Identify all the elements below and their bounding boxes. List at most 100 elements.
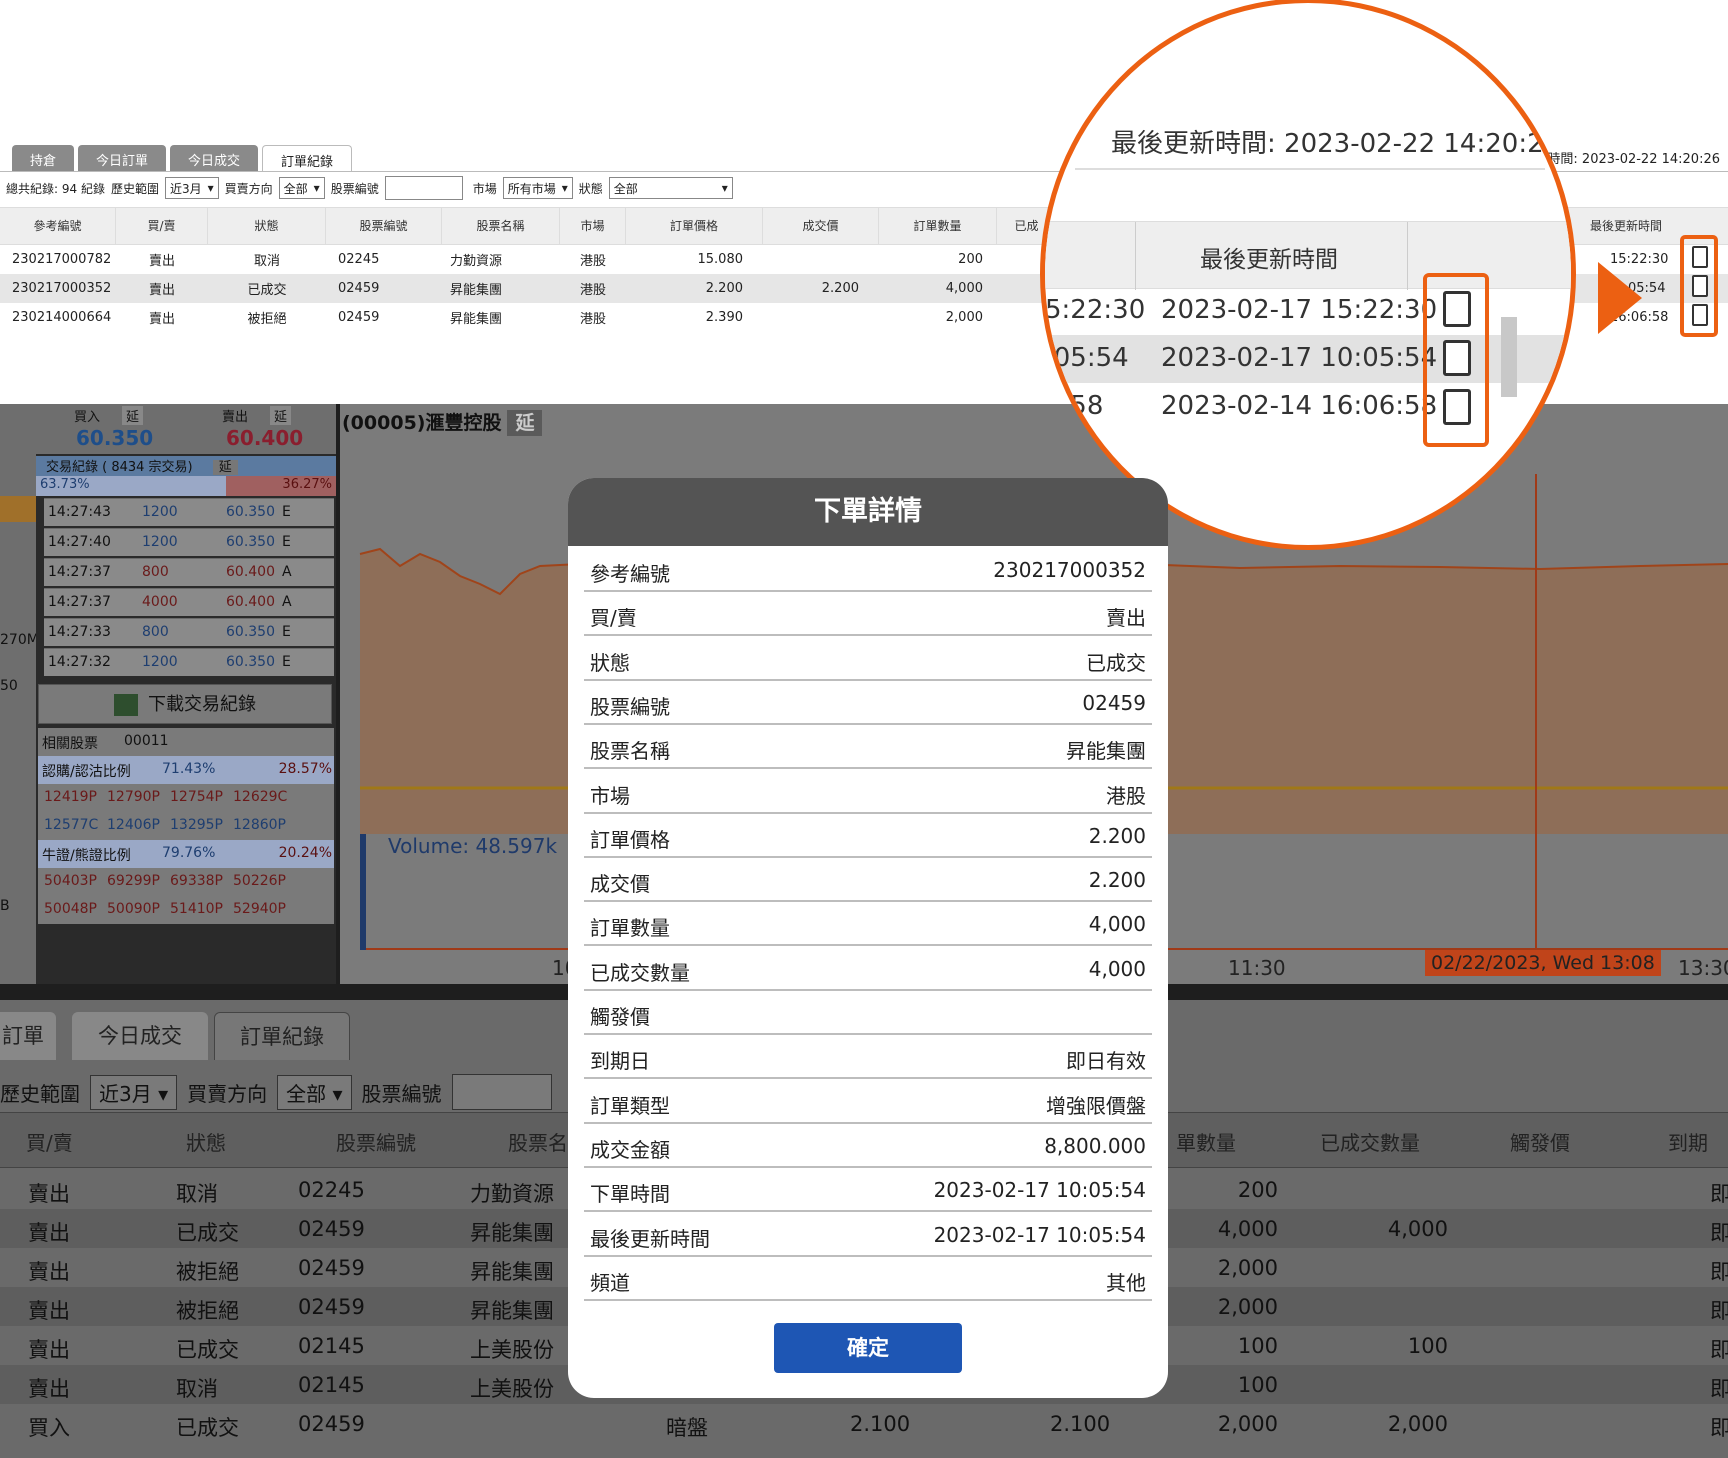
cell-expiry: 即 — [1710, 1299, 1728, 1323]
cell-price: 2.390 — [705, 310, 743, 325]
detail-label: 下單時間 — [590, 1182, 670, 1207]
tx-volume: 4000 — [142, 594, 178, 610]
direction-select[interactable]: 全部 ▾ — [278, 177, 325, 199]
derivative-code[interactable]: 50226P — [233, 873, 286, 889]
filter-bar: 總共紀錄: 94 紀錄 歷史範圍 近3月 ▾ 買賣方向 全部 ▾ 股票編號 市場 所… — [6, 176, 733, 200]
tab-today-trades[interactable]: 今日成交 — [170, 145, 259, 171]
chevron-down-icon: ▾ — [158, 1081, 169, 1106]
tx-time: 14:27:40 — [48, 534, 111, 550]
cell-side: 賣出 — [148, 254, 175, 269]
detail-value: 4,000 — [1088, 912, 1146, 937]
cbbc-codes-row: 50048P 50090P 51410P 52940P — [38, 896, 334, 924]
bottom-filter-bar: 歷史範圍 近3月 ▾ 買賣方向 全部 ▾ 股票編號 — [0, 1072, 552, 1112]
stock-code-input[interactable] — [451, 1074, 552, 1110]
derivative-code[interactable]: 69299P — [107, 873, 160, 889]
derivative-code[interactable]: 50090P — [107, 901, 160, 917]
derivative-code[interactable]: 50403P — [44, 873, 97, 889]
related-stock-row: 相關股票 00011 — [38, 728, 334, 756]
zoom-time-clip: 6:58 — [1045, 391, 1104, 421]
derivative-code[interactable]: 12577C — [44, 817, 98, 833]
direction-select[interactable]: 全部 ▾ — [277, 1074, 352, 1110]
table-row[interactable]: 買入 已成交 02459 暗盤 2.100 2.100 2,000 2,000 即 — [0, 1404, 1728, 1447]
cell-code: 02245 — [338, 252, 380, 267]
tab-positions[interactable]: 持倉 — [12, 145, 75, 171]
derivative-code[interactable]: 12419P — [44, 789, 97, 805]
derivative-code[interactable]: 12790P — [107, 789, 160, 805]
col-ref: 參考編號 — [0, 207, 116, 245]
market-select[interactable]: 所有市場 ▾ — [502, 177, 573, 199]
derivative-code[interactable]: 13295P — [170, 817, 223, 833]
direction-value: 全部 — [286, 1081, 327, 1106]
derivative-code[interactable]: 12629C — [233, 789, 287, 805]
cell-qty: 4,000 — [945, 281, 983, 296]
tab-orders[interactable]: 訂單 — [0, 1012, 56, 1060]
derivative-code[interactable]: 12406P — [107, 817, 160, 833]
cell-code: 02459 — [298, 1217, 365, 1241]
tab-today-orders[interactable]: 今日訂單 — [78, 145, 167, 171]
tab-order-history[interactable]: 訂單紀錄 — [262, 145, 353, 171]
callout-arrow-icon — [1598, 262, 1642, 334]
detail-label: 訂單價格 — [590, 827, 670, 852]
related-code[interactable]: 00011 — [124, 733, 169, 749]
cell-qty: 100 — [1237, 1373, 1278, 1397]
download-transactions-button[interactable]: 下載交易紀錄 — [38, 684, 332, 724]
col-code: 股票編號 — [336, 1131, 416, 1155]
tab-today-trades[interactable]: 今日成交 — [72, 1012, 208, 1060]
detail-row: 訂單類型 增強限價盤 — [584, 1080, 1152, 1124]
warrant-codes-row: 12419P 12790P 12754P 12629C — [38, 784, 334, 812]
tx-time: 14:27:43 — [48, 504, 111, 520]
derivative-code[interactable]: 69338P — [170, 873, 223, 889]
cell-filled: 2,000 — [1387, 1412, 1448, 1436]
dialog-title: 下單詳情 — [568, 478, 1168, 546]
zoom-row: :05:54 2023-02-17 10:05:54 — [1045, 335, 1571, 383]
detail-row: 下單時間 2023-02-17 10:05:54 — [584, 1168, 1152, 1213]
col-price: 訂單價格 — [626, 207, 763, 245]
range-label: 歷史範圍 — [110, 181, 159, 196]
bid-label: 買入 — [74, 410, 101, 425]
derivative-code[interactable]: 12860P — [233, 817, 286, 833]
cell-qty: 100 — [1237, 1334, 1278, 1358]
derivative-code[interactable]: 50048P — [44, 901, 97, 917]
detail-value: 2.200 — [1088, 823, 1146, 848]
cell-code: 02145 — [298, 1334, 365, 1358]
range-select[interactable]: 近3月 ▾ — [90, 1074, 178, 1110]
bid-pct: 63.73% — [40, 477, 90, 492]
delay-tag: 延 — [270, 406, 292, 425]
highlight-box — [1423, 273, 1489, 447]
cell-status: 已成交 — [176, 1416, 239, 1440]
cell-fill: 2.100 — [1050, 1412, 1111, 1436]
status-select[interactable]: 全部 ▾ — [608, 177, 733, 199]
col-market: 市場 — [560, 207, 626, 245]
scrollbar[interactable] — [1501, 317, 1517, 397]
cell-side: 賣出 — [28, 1221, 70, 1245]
derivative-code[interactable]: 51410P — [170, 901, 223, 917]
cell-qty: 2,000 — [1217, 1412, 1278, 1436]
time-tick: 13:30 — [1678, 956, 1728, 980]
range-select[interactable]: 近3月 ▾ — [164, 177, 219, 199]
highlight-box — [1680, 235, 1718, 337]
delay-tag: 延 — [122, 406, 144, 425]
tx-volume: 800 — [142, 564, 169, 580]
detail-row: 成交金額 8,800.000 — [584, 1124, 1152, 1168]
warrant-call-pct: 71.43% — [162, 761, 216, 777]
cell-side: 賣出 — [28, 1182, 70, 1206]
tx-volume: 1200 — [142, 534, 178, 550]
tx-price: 60.400 — [226, 564, 275, 580]
cell-side: 賣出 — [28, 1377, 70, 1401]
zoom-time-clip: 5:22:30 — [1045, 295, 1146, 325]
derivative-code[interactable]: 12754P — [170, 789, 223, 805]
related-label: 相關股票 — [42, 736, 98, 752]
cell-qty: 200 — [1237, 1178, 1278, 1202]
cell-market: 港股 — [579, 283, 606, 298]
confirm-button[interactable]: 確定 — [774, 1323, 962, 1373]
cell-name: 昇能集團 — [470, 1221, 554, 1245]
tx-time: 14:27:33 — [48, 624, 111, 640]
cell-market: 港股 — [579, 312, 606, 327]
detail-row: 觸發價 — [584, 991, 1152, 1035]
stock-code-input[interactable] — [384, 176, 463, 200]
cell-fill: 2.200 — [821, 281, 859, 296]
tab-order-history[interactable]: 訂單紀錄 — [214, 1012, 350, 1060]
axis-label: 270M — [0, 632, 39, 648]
derivative-code[interactable]: 52940P — [233, 901, 286, 917]
detail-label: 狀態 — [590, 650, 630, 675]
